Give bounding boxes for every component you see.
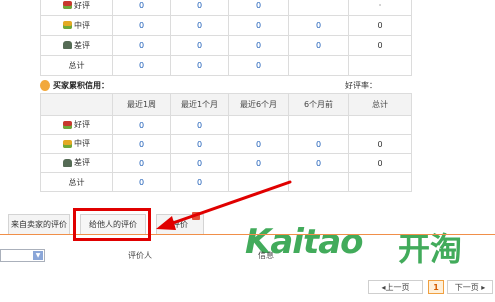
- cell[interactable]: 0: [112, 35, 171, 56]
- cell: [348, 172, 412, 192]
- row-label-total: 总计: [40, 55, 113, 76]
- cell[interactable]: 0: [112, 153, 171, 173]
- cell[interactable]: 0: [170, 35, 229, 56]
- cell[interactable]: 0: [112, 172, 171, 192]
- cell[interactable]: 0: [288, 35, 349, 56]
- cell[interactable]: 0: [112, 55, 171, 76]
- cell[interactable]: 0: [288, 153, 349, 173]
- table-row: 总计 0 0 0: [40, 55, 412, 76]
- row-label-bad: 差评: [40, 35, 113, 56]
- good-rating-icon: [63, 1, 72, 10]
- cell: [348, 55, 412, 76]
- row-label-total: 总计: [40, 172, 113, 192]
- cell[interactable]: 0: [170, 172, 229, 192]
- cell[interactable]: 0: [112, 115, 171, 135]
- column-header: 6个月前: [288, 93, 349, 116]
- cell[interactable]: 0: [170, 15, 229, 36]
- good-rating-icon: [63, 120, 72, 129]
- row-label-bad: 差评: [40, 153, 113, 173]
- row-label-good: 好评: [40, 115, 113, 135]
- cell: [348, 115, 412, 135]
- cell: 0: [348, 153, 412, 173]
- cell: 0: [348, 35, 412, 56]
- cell[interactable]: 0: [288, 134, 349, 154]
- row-label-mid: 中评: [40, 134, 113, 154]
- highlight-box: [73, 208, 151, 241]
- column-header: [40, 93, 113, 116]
- column-header: 总计: [348, 93, 412, 116]
- buyer-credit-title: 买家累积信用：: [53, 81, 109, 90]
- column-header: 最近6个月: [228, 93, 289, 116]
- cell[interactable]: 0: [228, 0, 289, 16]
- bad-rating-icon: [63, 41, 72, 50]
- cell: [228, 172, 289, 192]
- kaitao-logo-cn: 开淘: [398, 230, 463, 268]
- column-header: 最近1周: [112, 93, 171, 116]
- column-header: 最近1个月: [170, 93, 229, 116]
- table-row: 好评 0 0 0 ·: [40, 0, 412, 16]
- column-header-info: 信息: [258, 251, 274, 260]
- column-header-reviewer: 评价人: [128, 251, 152, 260]
- cell[interactable]: 0: [228, 153, 289, 173]
- cell[interactable]: 0: [112, 134, 171, 154]
- cell: 0: [348, 15, 412, 36]
- cell[interactable]: 0: [170, 55, 229, 76]
- table-row: 总计 0 0: [40, 172, 412, 192]
- cell: ·: [348, 0, 412, 16]
- table-row: 中评 0 0 0 0 0: [40, 134, 412, 154]
- table-row: 差评 0 0 0 0 0: [40, 153, 412, 173]
- neutral-rating-icon: [63, 139, 72, 148]
- cell[interactable]: 0: [228, 55, 289, 76]
- cell: [228, 115, 289, 135]
- neutral-rating-icon: [63, 21, 72, 30]
- current-page-button[interactable]: 1: [428, 280, 444, 294]
- cell[interactable]: 0: [170, 115, 229, 135]
- table-row: 差评 0 0 0 0 0: [40, 35, 412, 56]
- table-row: 好评 0 0: [40, 115, 412, 135]
- cell: 0: [348, 134, 412, 154]
- cell[interactable]: 0: [228, 15, 289, 36]
- row-label-good: 好评: [40, 0, 113, 16]
- cell[interactable]: 0: [228, 134, 289, 154]
- good-rate-label: 好评率：: [345, 81, 377, 90]
- cell[interactable]: 0: [170, 0, 229, 16]
- filter-select[interactable]: ▼: [0, 249, 45, 262]
- cell: [288, 172, 349, 192]
- cell: [288, 0, 349, 16]
- cell[interactable]: 0: [288, 15, 349, 36]
- buyer-person-icon: [40, 80, 50, 91]
- table-row: 中评 0 0 0 0 0: [40, 15, 412, 36]
- cell[interactable]: 0: [228, 35, 289, 56]
- prev-page-button[interactable]: ◂上一页: [368, 280, 423, 294]
- bad-rating-icon: [63, 158, 72, 167]
- cell[interactable]: 0: [112, 15, 171, 36]
- row-label-mid: 中评: [40, 15, 113, 36]
- tab-from-seller[interactable]: 来自卖家的评价: [8, 214, 70, 234]
- cell: [288, 55, 349, 76]
- cell[interactable]: 0: [170, 134, 229, 154]
- cell[interactable]: 0: [170, 153, 229, 173]
- table-header-row: 最近1周 最近1个月 最近6个月 6个月前 总计: [40, 93, 412, 116]
- cell: [288, 115, 349, 135]
- cell[interactable]: 0: [112, 0, 171, 16]
- buyer-rating-table: 最近1周 最近1个月 最近6个月 6个月前 总计 好评 0 0 中评 0 0 0…: [40, 93, 412, 192]
- next-page-button[interactable]: 下一页 ▸: [447, 280, 493, 294]
- chevron-down-icon[interactable]: ▼: [33, 251, 43, 260]
- top-rating-table: 好评 0 0 0 · 中评 0 0 0 0 0 差评 0 0 0 0 0 总计 …: [40, 0, 412, 76]
- tab-badge-icon: [192, 212, 200, 220]
- buyer-credit-heading: 买家累积信用：: [40, 80, 109, 91]
